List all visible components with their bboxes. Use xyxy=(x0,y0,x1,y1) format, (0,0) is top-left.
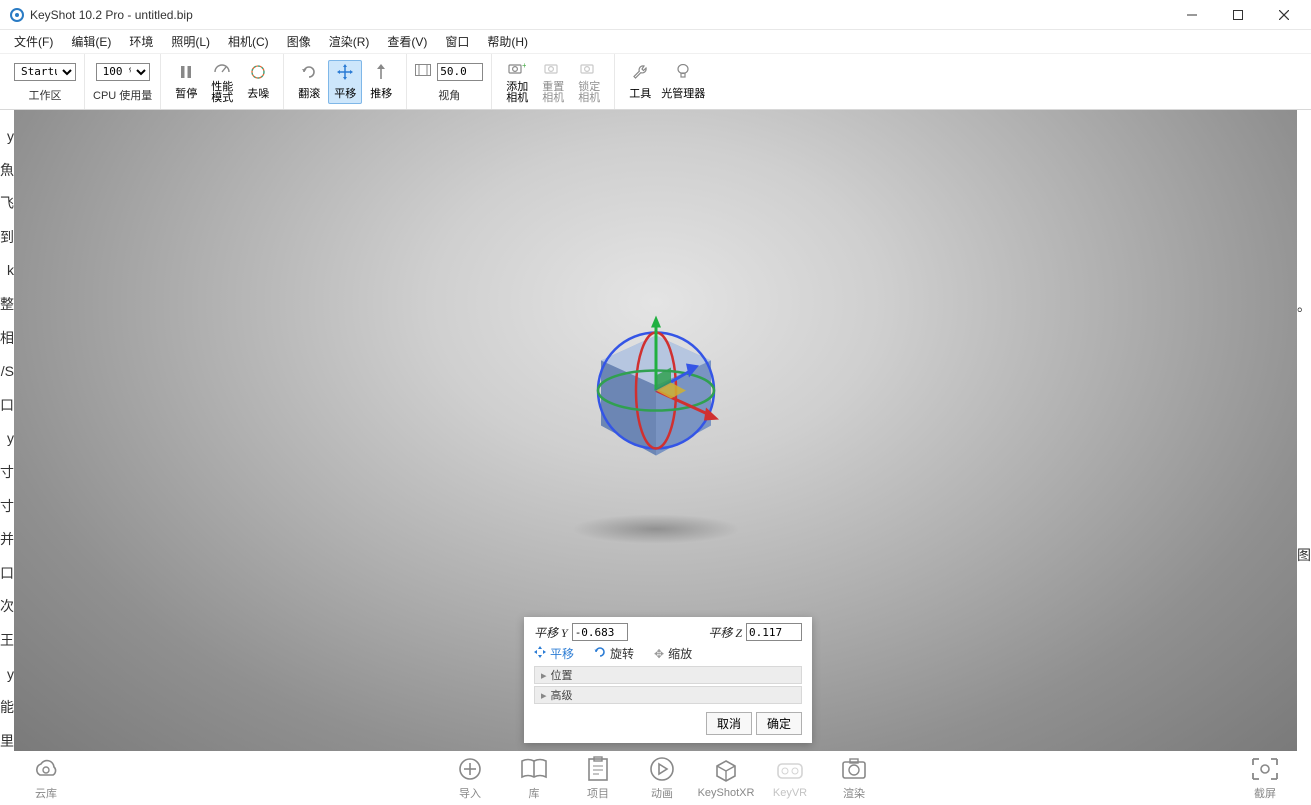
cancel-button[interactable]: 取消 xyxy=(706,712,752,735)
translate-tab-icon xyxy=(534,646,546,661)
footer-library[interactable]: 库 xyxy=(502,755,566,801)
tumble-icon xyxy=(300,63,318,81)
tab-scale[interactable]: ✥ 缩放 xyxy=(654,645,692,662)
pan-icon xyxy=(336,63,354,81)
fov-group: 视角 xyxy=(407,54,492,109)
fov-input[interactable] xyxy=(437,63,483,81)
menu-view[interactable]: 查看(V) xyxy=(379,31,435,52)
cube-xr-icon xyxy=(712,757,740,785)
workspace-label: 工作区 xyxy=(29,87,62,103)
footer-cloud[interactable]: 云库 xyxy=(14,755,78,801)
pause-icon xyxy=(177,63,195,81)
menu-light[interactable]: 照明(L) xyxy=(163,31,218,52)
camera-reset-icon xyxy=(544,60,562,78)
section-advanced[interactable]: ▸高级 xyxy=(534,686,802,704)
app-logo-icon xyxy=(10,8,24,22)
svg-text:+: + xyxy=(522,62,526,70)
menu-edit[interactable]: 编辑(E) xyxy=(63,31,119,52)
footer-screenshot[interactable]: 截屏 xyxy=(1233,755,1297,801)
window-title: KeyShot 10.2 Pro - untitled.bip xyxy=(30,8,193,22)
camera-add-icon: + xyxy=(508,60,526,78)
dolly-button[interactable]: 推移 xyxy=(364,61,398,103)
translate-y-input[interactable] xyxy=(572,623,628,641)
light-icon xyxy=(674,63,692,81)
camera-lock-icon xyxy=(580,60,598,78)
minimize-button[interactable] xyxy=(1169,0,1215,30)
tab-translate[interactable]: 平移 xyxy=(534,645,574,662)
menu-help[interactable]: 帮助(H) xyxy=(479,31,536,52)
right-crop-text: 。 图 xyxy=(1297,110,1311,751)
fov-icon xyxy=(415,64,431,79)
menu-file[interactable]: 文件(F) xyxy=(6,31,61,52)
menu-image[interactable]: 图像 xyxy=(279,31,319,52)
main-toolbar: Startup 工作区 100 % CPU 使用量 暂停 性能模式 去噪 翻滚 … xyxy=(0,54,1311,110)
vr-icon xyxy=(776,757,804,785)
import-icon xyxy=(456,755,484,783)
translate-z-input[interactable] xyxy=(746,623,802,641)
menu-camera[interactable]: 相机(C) xyxy=(220,31,277,52)
clipboard-icon xyxy=(584,755,612,783)
footer-render[interactable]: 渲染 xyxy=(822,755,886,801)
cpu-group: 100 % CPU 使用量 xyxy=(85,54,161,109)
reset-camera-button[interactable]: 重置相机 xyxy=(536,58,570,106)
dolly-icon xyxy=(372,63,390,81)
menu-bar: 文件(F) 编辑(E) 环境 照明(L) 相机(C) 图像 渲染(R) 查看(V… xyxy=(0,30,1311,54)
cube-with-gizmo[interactable] xyxy=(571,296,741,489)
title-bar: KeyShot 10.2 Pro - untitled.bip xyxy=(0,0,1311,30)
footer-import[interactable]: 导入 xyxy=(438,755,502,801)
menu-env[interactable]: 环境 xyxy=(121,31,161,52)
menu-window[interactable]: 窗口 xyxy=(437,31,477,52)
footer-xr[interactable]: KeyShotXR xyxy=(694,757,758,799)
left-crop-text: y魚飞到k整相/S口y寸寸并口次王y能里折更 xyxy=(0,110,14,751)
workspace-select[interactable]: Startup xyxy=(14,63,76,81)
lock-camera-button[interactable]: 锁定相机 xyxy=(572,58,606,106)
footer-bar: 云库 导入 库 项目 动画 KeyShotXR KeyVR 渲染 截屏 xyxy=(14,751,1297,805)
screenshot-icon xyxy=(1251,755,1279,783)
translate-y-label: 平移 Y xyxy=(534,624,568,641)
pause-button[interactable]: 暂停 xyxy=(169,61,203,103)
pan-button[interactable]: 平移 xyxy=(328,60,362,104)
book-icon xyxy=(520,755,548,783)
footer-vr[interactable]: KeyVR xyxy=(758,757,822,799)
transform-panel: 平移 Y 平移 Z 平移 旋转 ✥ 缩放 ▸位置 ▸高级 取消 确定 xyxy=(524,617,812,743)
cloud-icon xyxy=(32,755,60,783)
close-button[interactable] xyxy=(1261,0,1307,30)
ok-button[interactable]: 确定 xyxy=(756,712,802,735)
denoise-icon xyxy=(249,63,267,81)
object-shadow xyxy=(571,514,741,544)
footer-animation[interactable]: 动画 xyxy=(630,755,694,801)
tools-button[interactable]: 工具 xyxy=(623,61,657,103)
light-manager-button[interactable]: 光管理器 xyxy=(659,61,707,103)
footer-project[interactable]: 项目 xyxy=(566,755,630,801)
menu-render[interactable]: 渲染(R) xyxy=(321,31,378,52)
cpu-label: CPU 使用量 xyxy=(93,87,152,103)
gauge-icon xyxy=(213,60,231,78)
section-position[interactable]: ▸位置 xyxy=(534,666,802,684)
play-circle-icon xyxy=(648,755,676,783)
workspace-group: Startup 工作区 xyxy=(6,54,85,109)
rotate-tab-icon xyxy=(594,646,606,661)
add-camera-button[interactable]: + 添加相机 xyxy=(500,58,534,106)
wrench-icon xyxy=(631,63,649,81)
maximize-button[interactable] xyxy=(1215,0,1261,30)
cpu-usage-select[interactable]: 100 % xyxy=(96,63,150,81)
denoise-button[interactable]: 去噪 xyxy=(241,61,275,103)
tumble-button[interactable]: 翻滚 xyxy=(292,61,326,103)
tab-rotate[interactable]: 旋转 xyxy=(594,645,634,662)
translate-z-label: 平移 Z xyxy=(708,624,742,641)
render-icon xyxy=(840,755,868,783)
perf-mode-button[interactable]: 性能模式 xyxy=(205,58,239,106)
scale-tab-icon: ✥ xyxy=(654,647,664,661)
render-viewport[interactable]: 平移 Y 平移 Z 平移 旋转 ✥ 缩放 ▸位置 ▸高级 取消 确定 xyxy=(14,110,1297,751)
